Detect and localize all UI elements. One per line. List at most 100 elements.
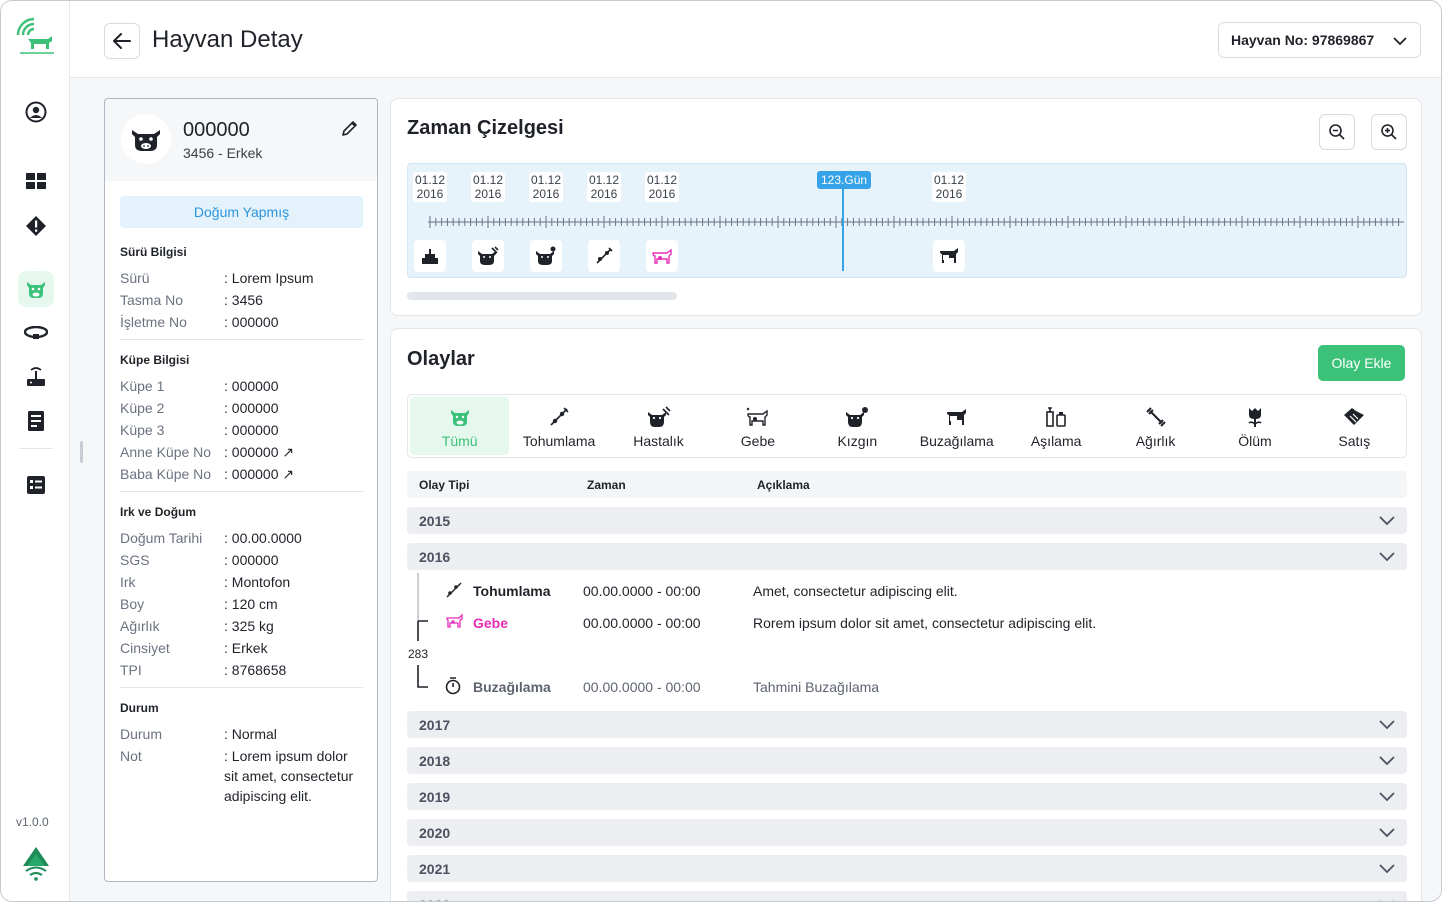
event-row-insemination[interactable]: Tohumlama 00.00.0000 - 00:00 Amet, conse… — [407, 579, 1407, 603]
events-table-header: Olay Tipi Zaman Açıklama — [407, 471, 1407, 498]
chevron-down-icon — [1379, 864, 1395, 874]
year-row-2017[interactable]: 2017 — [407, 711, 1407, 738]
filter-tab-weight[interactable]: Ağırlık — [1106, 397, 1205, 455]
cow-icon[interactable] — [18, 271, 54, 307]
year-row-2019[interactable]: 2019 — [407, 783, 1407, 810]
info-row: TPI: 8768658 — [120, 662, 287, 678]
checklist-icon[interactable] — [18, 467, 54, 503]
sick-cow-icon — [647, 406, 671, 427]
column-header: Açıklama — [757, 478, 810, 492]
sick-cow-icon[interactable] — [472, 240, 504, 272]
column-header: Olay Tipi — [419, 478, 470, 492]
info-row: Sürü: Lorem Ipsum — [120, 270, 314, 286]
add-event-button[interactable]: Olay Ekle — [1318, 345, 1405, 381]
dashboard-icon[interactable] — [18, 163, 54, 199]
gap-days-label: 283 — [408, 647, 429, 661]
year-row-2015[interactable]: 2015 — [407, 507, 1407, 534]
chevron-down-icon — [1379, 552, 1395, 562]
info-row: Cinsiyet: Erkek — [120, 640, 268, 656]
pregnant-cow-icon[interactable] — [646, 240, 678, 272]
note-row: Not: Lorem ipsum dolor sit amet, consect… — [120, 748, 354, 804]
cow-icon — [450, 410, 469, 426]
divider — [120, 339, 363, 340]
edit-button[interactable] — [341, 119, 359, 142]
calving-icon[interactable] — [933, 240, 965, 272]
panel-resize-handle[interactable] — [80, 441, 83, 463]
father-tag-link[interactable]: Baba Küpe No: 000000 ↗ — [120, 463, 363, 485]
status-badge: Doğum Yapmış — [120, 196, 363, 228]
animal-id: 000000 — [183, 119, 250, 141]
info-row: Küpe 2: 000000 — [120, 400, 279, 416]
timeline-date: 01.12 2016 — [932, 172, 966, 202]
zoom-out-button[interactable] — [1319, 114, 1355, 150]
filter-tab-calving[interactable]: Buzağılama — [907, 397, 1006, 455]
notebook-icon[interactable] — [18, 403, 54, 439]
year-row-2020[interactable]: 2020 — [407, 819, 1407, 846]
zoom-in-icon — [1381, 124, 1397, 140]
divider — [120, 491, 363, 492]
insemination-icon[interactable] — [588, 240, 620, 272]
info-row: SGS: 000000 — [120, 552, 279, 568]
info-row: Küpe 1: 000000 — [120, 378, 279, 394]
flower-icon — [1248, 408, 1262, 427]
year-row-2018[interactable]: 2018 — [407, 747, 1407, 774]
insemination-icon — [446, 582, 462, 598]
section-title: Durum — [120, 701, 159, 715]
profile-header: 000000 3456 - Erkek — [105, 99, 377, 181]
arrow-left-icon — [113, 33, 131, 49]
animal-select-value: Hayvan No: 97869867 — [1231, 32, 1375, 48]
filter-tab-insemination[interactable]: Tohumlama — [509, 397, 608, 455]
event-row-pregnant[interactable]: Gebe 00.00.0000 - 00:00 Rorem ipsum dolo… — [407, 611, 1407, 635]
event-row-calving-estimate[interactable]: Buzağılama 00.00.0000 - 00:00 Tahmini Bu… — [407, 675, 1407, 699]
timeline-ruler — [428, 216, 1404, 228]
filter-tab-vaccination[interactable]: Aşılama — [1006, 397, 1105, 455]
status-section: Durum Durum: Normal Not: Lorem ipsum dol… — [120, 701, 363, 806]
timeline-date: 01.12 2016 — [587, 172, 621, 202]
year-row-2021[interactable]: 2021 — [407, 855, 1407, 882]
filter-tab-sale[interactable]: Satış — [1305, 397, 1404, 455]
pregnant-cow-icon — [746, 407, 768, 426]
current-day-marker[interactable]: 123.Gün — [817, 171, 872, 189]
heat-cow-icon[interactable] — [530, 240, 562, 272]
filter-tab-pregnant[interactable]: Gebe — [708, 397, 807, 455]
sidebar: v1.0.0 — [1, 1, 70, 901]
divider — [120, 687, 363, 688]
timeline-date: 01.12 2016 — [529, 172, 563, 202]
zoom-out-icon — [1329, 124, 1345, 140]
brand-tree-icon — [21, 846, 51, 887]
timeline-track[interactable]: 01.12 2016 01.12 2016 01.12 2016 01.12 2016 … — [407, 163, 1407, 278]
router-icon[interactable] — [18, 359, 54, 395]
animal-select-dropdown[interactable]: Hayvan No: 97869867 — [1218, 22, 1421, 58]
breed-birth-section: Irk ve Doğum Doğum Tarihi: 00.00.0000 SG… — [120, 505, 363, 681]
handshake-icon — [1344, 408, 1365, 425]
chevron-down-icon — [1379, 516, 1395, 526]
insemination-icon — [550, 407, 569, 426]
back-button[interactable] — [104, 23, 140, 59]
birth-icon[interactable] — [414, 240, 446, 272]
collar-icon[interactable] — [18, 315, 54, 351]
zoom-in-button[interactable] — [1371, 114, 1407, 150]
cow-signal-logo[interactable] — [14, 15, 56, 57]
mother-tag-link[interactable]: Anne Küpe No: 000000 ↗ — [120, 441, 363, 463]
events-title: Olaylar — [407, 348, 475, 370]
info-row: İşletme No: 000000 — [120, 314, 279, 330]
section-title: Irk ve Doğum — [120, 505, 197, 519]
filter-tab-disease[interactable]: Hastalık — [609, 397, 708, 455]
info-row: Tasma No: 3456 — [120, 292, 263, 308]
year-row-2022[interactable]: 2022 — [407, 891, 1407, 901]
animal-subtitle: 3456 - Erkek — [183, 145, 263, 161]
alert-diamond-icon[interactable] — [18, 208, 54, 244]
filter-tab-heat[interactable]: Kızgın — [808, 397, 907, 455]
timeline-scrollbar[interactable] — [407, 292, 677, 300]
section-title: Sürü Bilgisi — [120, 245, 187, 259]
filter-tab-death[interactable]: Ölüm — [1205, 397, 1304, 455]
stopwatch-icon — [445, 677, 461, 695]
filter-tab-all[interactable]: Tümü — [410, 397, 510, 455]
year-row-2016[interactable]: 2016 — [407, 543, 1407, 570]
dumbbell-icon — [1145, 407, 1166, 427]
current-day-line — [842, 186, 844, 271]
section-title: Küpe Bilgisi — [120, 353, 190, 367]
column-header: Zaman — [587, 478, 626, 492]
user-circle-icon[interactable] — [18, 94, 54, 130]
chevron-down-icon — [1379, 792, 1395, 802]
